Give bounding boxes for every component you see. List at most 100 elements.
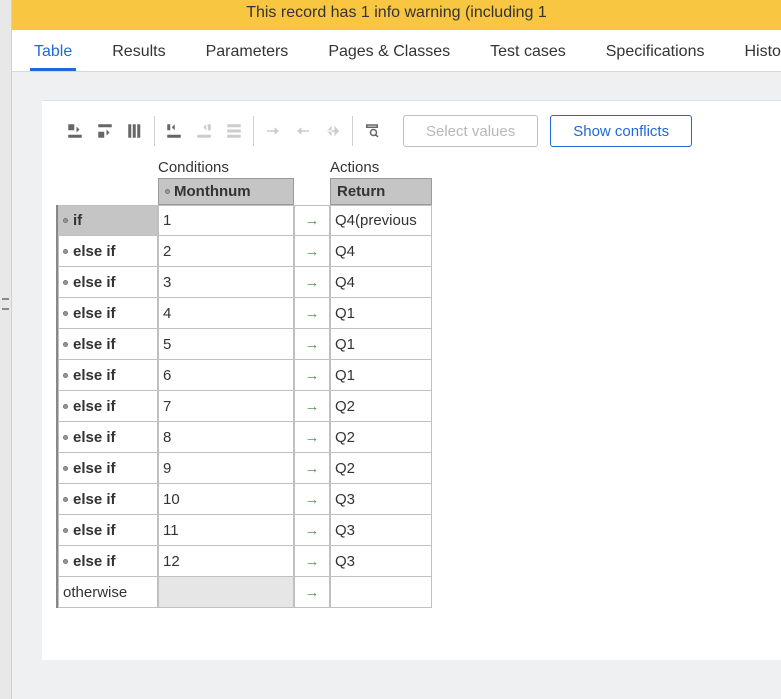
table-row[interactable]: else if2→Q4 [58, 236, 466, 267]
insert-row-after-icon[interactable] [92, 118, 118, 144]
row-label[interactable]: else if [58, 422, 158, 453]
move-right-icon [260, 118, 286, 144]
insert-col-after-icon [191, 118, 217, 144]
insert-row-before-icon[interactable] [62, 118, 88, 144]
row-label[interactable]: else if [58, 267, 158, 298]
return-column-header[interactable]: Return [330, 178, 432, 205]
arrow-icon: → [294, 329, 330, 360]
return-cell[interactable]: Q4(previous [330, 205, 432, 236]
arrow-icon: → [294, 453, 330, 484]
return-cell[interactable] [330, 577, 432, 608]
tab-history[interactable]: Histor [740, 33, 781, 71]
arrow-icon: → [294, 267, 330, 298]
row-label[interactable]: otherwise [58, 577, 158, 608]
return-cell[interactable]: Q3 [330, 484, 432, 515]
conditions-section-label: Conditions [158, 159, 330, 176]
table-row[interactable]: else if4→Q1 [58, 298, 466, 329]
decision-table-panel: Select values Show conflicts Conditions … [42, 100, 781, 660]
return-cell[interactable]: Q1 [330, 298, 432, 329]
toolbar: Select values Show conflicts [56, 115, 781, 147]
table-row[interactable]: else if 5→Q1 [58, 329, 466, 360]
condition-cell[interactable]: 2 [158, 236, 294, 267]
table-row[interactable]: else if 3→Q4 [58, 267, 466, 298]
tab-specifications[interactable]: Specifications [602, 33, 709, 71]
condition-cell[interactable]: 5 [158, 329, 294, 360]
condition-cell[interactable]: 9 [158, 453, 294, 484]
arrow-icon: → [294, 205, 330, 236]
return-cell[interactable]: Q2 [330, 422, 432, 453]
table-row[interactable]: else if6→Q1 [58, 360, 466, 391]
return-cell[interactable]: Q4 [330, 236, 432, 267]
row-label-text: else if [73, 336, 116, 353]
return-cell[interactable]: Q2 [330, 391, 432, 422]
condition-column-label: Monthnum [174, 183, 251, 200]
return-cell[interactable]: Q1 [330, 329, 432, 360]
actions-section-label: Actions [330, 159, 379, 176]
delete-col-icon [221, 118, 247, 144]
delete-row-icon[interactable] [122, 118, 148, 144]
table-row[interactable]: if 1→Q4(previous [58, 205, 466, 236]
bullet-icon [63, 466, 68, 471]
table-row[interactable]: else if8→Q2 [58, 422, 466, 453]
row-label[interactable]: else if [58, 298, 158, 329]
condition-cell[interactable]: 10 [158, 484, 294, 515]
row-label[interactable]: else if [58, 360, 158, 391]
tab-test-cases[interactable]: Test cases [486, 33, 570, 71]
bullet-icon [63, 528, 68, 533]
condition-cell[interactable] [158, 577, 294, 608]
condition-cell[interactable]: 3 [158, 267, 294, 298]
row-label-text: if [73, 212, 82, 229]
condition-cell[interactable]: 7 [158, 391, 294, 422]
row-label[interactable]: else if [58, 236, 158, 267]
condition-cell[interactable]: 6 [158, 360, 294, 391]
row-label[interactable]: else if [58, 391, 158, 422]
row-label-text: else if [73, 522, 116, 539]
tab-strip: Table Results Parameters Pages & Classes… [12, 30, 781, 72]
tab-table[interactable]: Table [30, 33, 76, 71]
return-cell[interactable]: Q3 [330, 546, 432, 577]
row-label[interactable]: else if [58, 484, 158, 515]
bullet-icon [63, 497, 68, 502]
row-label[interactable]: else if [58, 546, 158, 577]
insert-col-before-icon[interactable] [161, 118, 187, 144]
table-row[interactable]: else if12→Q3 [58, 546, 466, 577]
bullet-icon [63, 435, 68, 440]
row-label-text: else if [73, 398, 116, 415]
decision-table: Conditions Actions Monthnum Return if [56, 159, 466, 608]
move-left-icon [290, 118, 316, 144]
table-row[interactable]: else if9→Q2 [58, 453, 466, 484]
warning-bar[interactable]: This record has 1 info warning (includin… [12, 0, 781, 30]
arrow-icon: → [294, 577, 330, 608]
table-row[interactable]: else if10→Q3 [58, 484, 466, 515]
return-cell[interactable]: Q3 [330, 515, 432, 546]
condition-cell[interactable]: 12 [158, 546, 294, 577]
select-values-button[interactable]: Select values [403, 115, 538, 147]
condition-cell[interactable]: 11 [158, 515, 294, 546]
condition-cell[interactable]: 1 [158, 205, 294, 236]
condition-cell[interactable]: 4 [158, 298, 294, 329]
return-cell[interactable]: Q2 [330, 453, 432, 484]
return-cell[interactable]: Q1 [330, 360, 432, 391]
row-label[interactable]: else if [58, 515, 158, 546]
left-rail[interactable] [0, 0, 12, 699]
bullet-icon [63, 280, 68, 285]
bullet-icon [63, 404, 68, 409]
condition-column-header[interactable]: Monthnum [158, 178, 294, 205]
show-conflicts-button[interactable]: Show conflicts [550, 115, 692, 147]
row-label-text: else if [73, 243, 116, 260]
row-label-text: else if [73, 274, 116, 291]
tab-pages-classes[interactable]: Pages & Classes [324, 33, 454, 71]
find-icon[interactable] [359, 118, 385, 144]
table-row[interactable]: else if7→Q2 [58, 391, 466, 422]
bullet-icon [63, 373, 68, 378]
table-row[interactable]: else if11→Q3 [58, 515, 466, 546]
tab-results[interactable]: Results [108, 33, 169, 71]
row-label-text: else if [73, 305, 116, 322]
row-label[interactable]: else if [58, 453, 158, 484]
condition-cell[interactable]: 8 [158, 422, 294, 453]
table-row[interactable]: otherwise → [58, 577, 466, 608]
tab-parameters[interactable]: Parameters [202, 33, 293, 71]
row-label[interactable]: else if [58, 329, 158, 360]
return-cell[interactable]: Q4 [330, 267, 432, 298]
row-label[interactable]: if [58, 205, 158, 236]
